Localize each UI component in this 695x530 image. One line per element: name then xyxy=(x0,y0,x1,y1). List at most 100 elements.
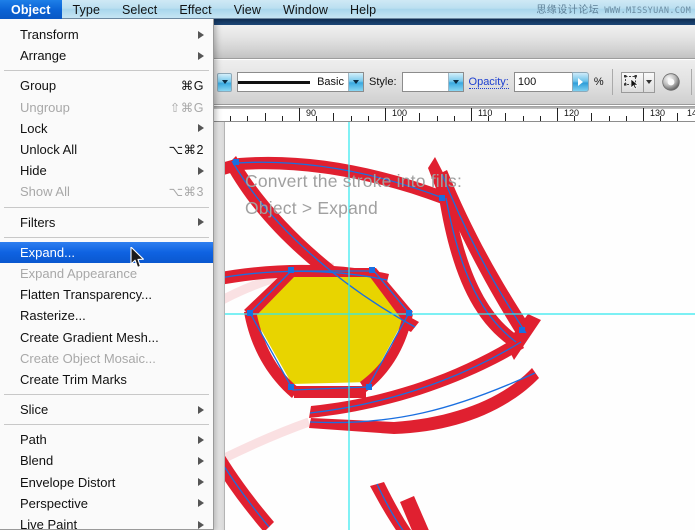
submenu-arrow-icon xyxy=(198,435,204,444)
menu-item-hide[interactable]: Hide xyxy=(0,160,213,181)
menu-separator xyxy=(4,394,209,395)
transparency-panel-icon[interactable] xyxy=(660,72,683,93)
stroke-profile-preview: Basic xyxy=(238,73,348,91)
menu-item-unlock-all[interactable]: Unlock All ⌥⌘2 xyxy=(0,139,213,160)
ruler-tick-minor xyxy=(367,116,369,121)
vertical-ruler[interactable] xyxy=(214,122,225,530)
menu-item-label: Expand... xyxy=(20,244,75,260)
menu-item-arrange[interactable]: Arrange xyxy=(0,45,213,66)
chevron-down-icon[interactable] xyxy=(643,71,655,93)
menu-item-accessory xyxy=(198,124,204,133)
menu-item-live-paint[interactable]: Live Paint xyxy=(0,514,213,530)
menubar-item-window[interactable]: Window xyxy=(272,0,339,19)
ruler-tick-minor xyxy=(281,116,283,121)
menu-item-shortcut: ⌥⌘2 xyxy=(168,143,204,158)
object-menu-dropdown[interactable]: Transform Arrange Group ⌘G Ungroup ⇧⌘G Lock Unl… xyxy=(0,19,214,530)
menu-item-label: Ungroup xyxy=(20,99,70,115)
menu-item-envelope-distort[interactable]: Envelope Distort xyxy=(0,472,213,493)
menu-item-lock[interactable]: Lock xyxy=(0,118,213,139)
select-similar-objects-icon[interactable] xyxy=(620,71,644,93)
ruler-tick-major xyxy=(643,108,644,121)
chevron-down-icon[interactable] xyxy=(447,73,463,91)
menu-item-label: Create Gradient Mesh... xyxy=(20,329,159,345)
menu-item-blend[interactable]: Blend xyxy=(0,450,213,471)
ruler-tick-minor xyxy=(350,116,352,121)
ruler-tick-minor xyxy=(522,116,524,121)
menu-item-transform[interactable]: Transform xyxy=(0,24,213,45)
chevron-down-icon[interactable] xyxy=(348,73,363,91)
menu-item-accessory xyxy=(198,478,204,487)
stroke-profile-dropdown[interactable]: Basic xyxy=(237,72,364,92)
ruler-tick-minor xyxy=(677,113,679,121)
menu-item-slice[interactable]: Slice xyxy=(0,399,213,420)
menu-item-filters[interactable]: Filters xyxy=(0,212,213,233)
horizontal-ruler[interactable]: 90 100 110 120 130 140 xyxy=(214,106,695,122)
menu-item-accessory xyxy=(198,520,204,529)
menubar-item-object[interactable]: Object xyxy=(0,0,62,19)
menu-item-flatten-transparency[interactable]: Flatten Transparency... xyxy=(0,284,213,305)
menubar-item-type[interactable]: Type xyxy=(62,0,112,19)
menu-item-perspective[interactable]: Perspective xyxy=(0,493,213,514)
ruler-tick-minor xyxy=(453,116,455,121)
menu-item-accessory xyxy=(198,30,204,39)
menu-item-create-object-mosaic: Create Object Mosaic... xyxy=(0,348,213,369)
menu-item-label: Unlock All xyxy=(20,142,78,158)
toolbar-divider xyxy=(611,69,613,95)
menubar-item-help[interactable]: Help xyxy=(339,0,387,19)
menubar-item-label: Object xyxy=(11,2,51,17)
menu-item-accessory: ⌥⌘3 xyxy=(169,184,204,199)
menu-item-label: Show All xyxy=(20,184,70,200)
menu-item-label: Lock xyxy=(20,120,48,136)
menu-separator xyxy=(4,70,209,72)
menu-item-accessory xyxy=(198,499,204,508)
menu-item-label: Expand Appearance xyxy=(20,265,138,281)
submenu-arrow-icon xyxy=(198,30,204,39)
graphic-style-dropdown[interactable] xyxy=(401,72,464,92)
submenu-arrow-icon xyxy=(198,124,204,133)
ruler-tick-minor xyxy=(505,113,507,121)
menu-item-expand-appearance: Expand Appearance xyxy=(0,263,213,284)
menubar-item-effect[interactable]: Effect xyxy=(168,0,222,19)
menu-item-group[interactable]: Group ⌘G xyxy=(0,75,213,96)
menu-item-create-gradient-mesh[interactable]: Create Gradient Mesh... xyxy=(0,326,213,347)
menu-item-label: Filters xyxy=(20,214,56,230)
menubar-item-label: Select xyxy=(122,2,158,17)
control-bar-overflow-arrow-icon[interactable] xyxy=(217,72,232,92)
artboard-canvas[interactable]: Convert the stroke into fills: Object > … xyxy=(214,122,695,530)
menubar-item-select[interactable]: Select xyxy=(111,0,168,19)
menu-item-create-trim-marks[interactable]: Create Trim Marks xyxy=(0,369,213,390)
ruler-tick-minor xyxy=(247,116,249,121)
menu-item-show-all: Show All ⌥⌘3 xyxy=(0,181,213,202)
menu-item-expand[interactable]: Expand... xyxy=(0,241,213,263)
menu-item-ungroup: Ungroup ⇧⌘G xyxy=(0,97,213,118)
stroke-profile-label: Basic xyxy=(317,76,344,88)
menu-item-accessory: ⌘G xyxy=(181,78,204,93)
menu-item-label: Group xyxy=(20,78,57,94)
menu-item-shortcut: ⌘G xyxy=(180,79,204,94)
menu-item-accessory xyxy=(198,218,204,227)
select-similar-control xyxy=(620,71,655,93)
control-bar: Basic Style: Opacity: 100 % xyxy=(214,60,695,105)
menu-separator xyxy=(4,236,209,238)
style-label: Style: xyxy=(369,76,397,88)
canvas-annotation: Convert the stroke into fills: Object > … xyxy=(245,168,462,222)
menu-item-label: Arrange xyxy=(20,48,67,64)
menu-item-label: Perspective xyxy=(20,495,88,511)
annotation-line-1: Convert the stroke into fills: xyxy=(245,171,463,191)
menu-item-rasterize[interactable]: Rasterize... xyxy=(0,305,213,326)
submenu-arrow-icon xyxy=(198,520,204,529)
menubar-item-view[interactable]: View xyxy=(223,0,272,19)
menu-item-accessory xyxy=(198,456,204,465)
opacity-label[interactable]: Opacity: xyxy=(468,76,509,89)
opacity-popup-arrow-icon[interactable] xyxy=(571,72,589,92)
ruler-tick-minor xyxy=(608,116,610,121)
opacity-control: 100 xyxy=(513,72,589,92)
menu-item-path[interactable]: Path xyxy=(0,429,213,450)
opacity-input[interactable]: 100 xyxy=(513,72,572,92)
ruler-tick-minor xyxy=(230,116,232,121)
menu-item-label: Create Trim Marks xyxy=(20,371,127,387)
menu-separator xyxy=(4,424,209,426)
annotation-line-2: Object > Expand xyxy=(245,198,378,218)
menu-item-label: Live Paint xyxy=(20,517,78,530)
ruler-label: 100 xyxy=(392,108,408,118)
